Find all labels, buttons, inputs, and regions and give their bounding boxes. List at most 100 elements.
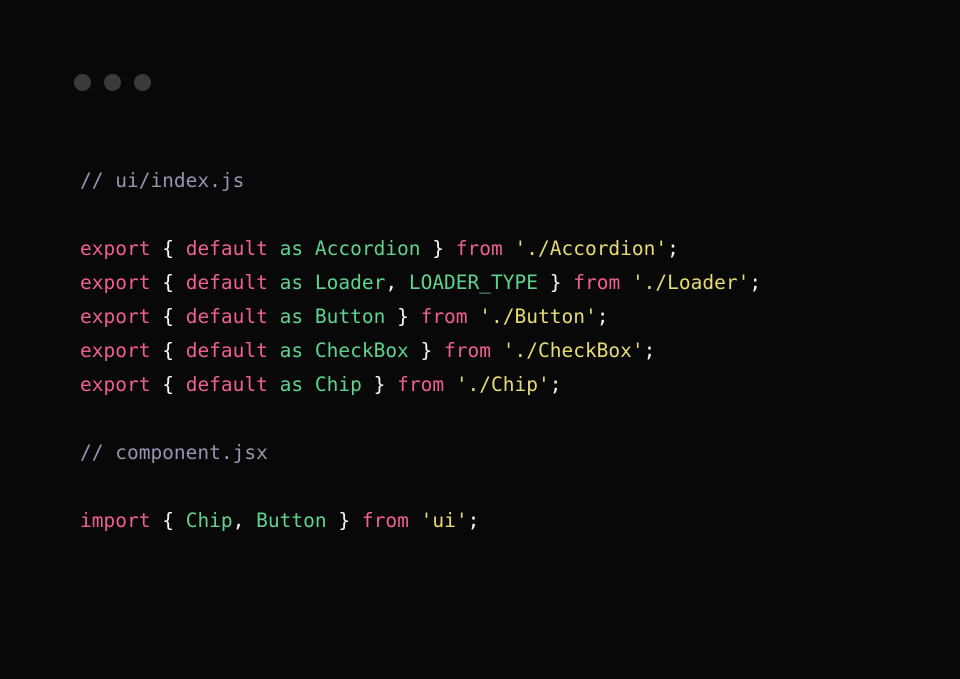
code-token-keyword: import (80, 509, 151, 532)
code-token-name: Chip (314, 373, 362, 396)
code-token-keyword: export (80, 271, 151, 294)
code-token-name: as (279, 339, 304, 362)
window-dot-minimize[interactable] (104, 73, 121, 91)
code-token-punct: } (338, 509, 351, 532)
code-line: export { default as Loader, LOADER_TYPE … (80, 266, 940, 300)
code-token-keyword: from (361, 509, 409, 532)
code-line: export { default as Chip } from './Chip'… (80, 368, 940, 402)
code-token-punct: ; (549, 373, 562, 396)
window-titlebar (74, 73, 151, 91)
code-token-comment: // component.jsx (80, 441, 268, 464)
code-token-name: as (279, 373, 304, 396)
code-token-punct: { (162, 237, 174, 260)
code-token-punct: ; (596, 305, 609, 328)
code-token-name: LOADER_TYPE (408, 271, 538, 294)
code-token-name: Button (314, 305, 386, 328)
code-token-punct: , (385, 271, 398, 294)
code-token-name: Loader (314, 271, 386, 294)
code-token-name: Accordion (314, 237, 421, 260)
code-token-keyword: export (80, 305, 151, 328)
code-token-keyword: default (185, 339, 268, 362)
code-token-punct: ; (643, 339, 656, 362)
code-token-keyword: export (80, 339, 151, 362)
code-line: export { default as Accordion } from './… (80, 232, 940, 266)
window-dot-maximize[interactable] (134, 73, 151, 91)
code-snippet-window: // ui/index.js export { default as Accor… (0, 0, 960, 679)
code-token-punct: { (162, 509, 174, 532)
code-token-keyword: default (185, 237, 268, 260)
code-token-string: './CheckBox' (502, 339, 644, 362)
code-token-punct: } (373, 373, 386, 396)
code-token-comment: // ui/index.js (80, 169, 245, 192)
code-token-punct: { (162, 373, 174, 396)
code-token-name: as (279, 305, 304, 328)
code-token-string: './Button' (479, 305, 597, 328)
code-token-keyword: from (573, 271, 621, 294)
code-token-name: CheckBox (314, 339, 409, 362)
code-token-name: Button (256, 509, 327, 532)
code-line: export { default as CheckBox } from './C… (80, 334, 940, 368)
code-line: export { default as Button } from './But… (80, 300, 940, 334)
code-token-string: './Loader' (631, 271, 750, 294)
code-token-name: as (279, 237, 304, 260)
code-token-keyword: default (185, 271, 268, 294)
code-token-keyword: export (80, 373, 151, 396)
code-token-keyword: default (185, 305, 268, 328)
code-token-punct: { (162, 339, 174, 362)
code-line: import { Chip, Button } from 'ui'; (80, 504, 940, 538)
window-dot-close[interactable] (74, 73, 91, 91)
code-token-name: Chip (185, 509, 233, 532)
code-line: // ui/index.js (80, 164, 940, 198)
code-token-punct: } (549, 271, 562, 294)
code-token-punct: ; (749, 271, 762, 294)
code-token-punct: ; (467, 509, 480, 532)
code-block[interactable]: // ui/index.js export { default as Accor… (80, 164, 940, 538)
code-token-string: 'ui' (420, 509, 468, 532)
code-token-punct: { (162, 271, 174, 294)
code-token-string: './Accordion' (514, 237, 668, 260)
code-token-keyword: from (444, 339, 492, 362)
code-token-punct: } (432, 237, 445, 260)
code-token-keyword: from (455, 237, 503, 260)
